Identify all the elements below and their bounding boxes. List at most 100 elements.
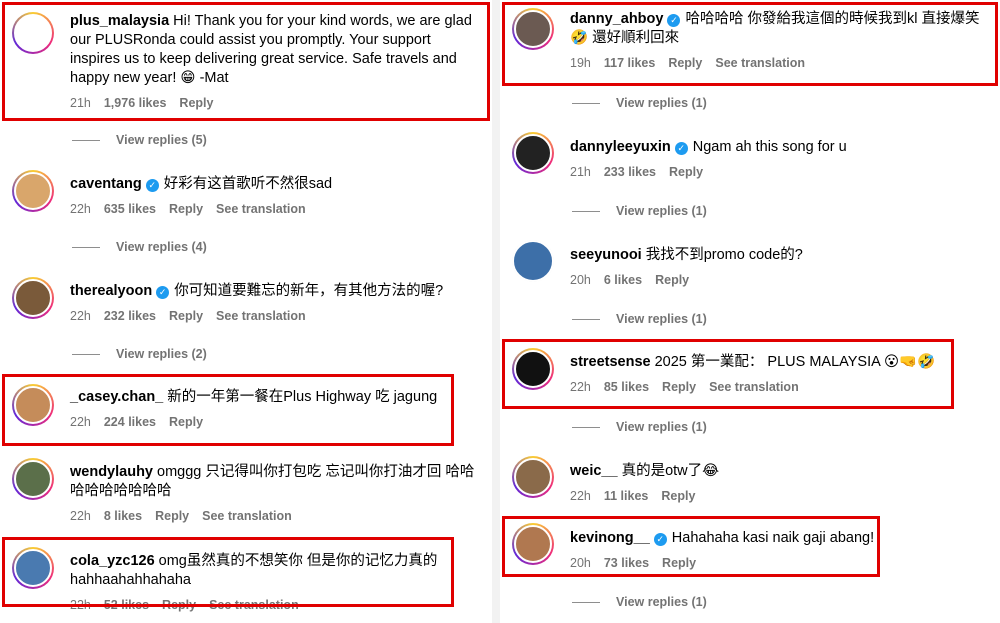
comment-text: Hahahaha kasi naik gaji abang! (671, 530, 875, 546)
likes-count[interactable]: 11 likes (604, 489, 649, 503)
reply-button[interactable]: Reply (662, 556, 696, 570)
left-comment-column: plus_malaysia Hi! Thank you for your kind… (0, 0, 492, 623)
comment-text: 好彩有这首歌听不然很sad (163, 176, 333, 192)
replies-line (572, 427, 600, 429)
reply-button[interactable]: Reply (179, 96, 213, 110)
likes-count[interactable]: 85 likes (604, 380, 649, 394)
timestamp: 22h (570, 489, 591, 503)
likes-count[interactable]: 635 likes (104, 202, 156, 216)
reply-button[interactable]: Reply (668, 56, 702, 70)
reply-button[interactable]: Reply (155, 509, 189, 523)
verified-badge-icon: ✓ (145, 179, 159, 192)
replies-line (72, 140, 100, 142)
avatar-image (14, 460, 52, 498)
comment-text: 新的一年第一餐在Plus Highway 吃 jagung (167, 389, 438, 405)
avatar-image (514, 10, 552, 48)
avatar-image (14, 14, 52, 52)
avatar-image (514, 350, 552, 388)
username[interactable]: seeyunooi (570, 247, 642, 263)
avatar-image (512, 240, 554, 282)
reply-button[interactable]: Reply (655, 273, 689, 287)
see-translation-button[interactable]: See translation (715, 56, 805, 70)
likes-count[interactable]: 6 likes (604, 273, 642, 287)
right-comment-column: danny_ahboy ✓ 哈哈哈哈 你發給我這個的時候我到kl 直接爆笑🤣 還好順… (500, 0, 1000, 623)
likes-count[interactable]: 1,976 likes (104, 96, 167, 110)
view-replies-label: View replies (1) (616, 96, 707, 110)
view-replies-button[interactable]: View replies (2) (72, 347, 207, 361)
replies-line (572, 211, 600, 213)
verified-badge-icon: ✓ (674, 142, 688, 155)
avatar[interactable] (512, 240, 554, 282)
avatar[interactable] (12, 12, 54, 54)
view-replies-button[interactable]: View replies (5) (72, 133, 207, 147)
avatar[interactable] (12, 277, 54, 319)
reply-button[interactable]: Reply (669, 165, 703, 179)
likes-count[interactable]: 52 likes (104, 598, 149, 612)
avatar-image (514, 525, 552, 563)
username[interactable]: streetsense (570, 354, 651, 370)
avatar[interactable] (12, 547, 54, 589)
view-replies-button[interactable]: View replies (1) (572, 312, 707, 326)
username[interactable]: plus_malaysia (70, 13, 169, 29)
comment-text: 真的是otw了😂 (621, 463, 720, 479)
likes-count[interactable]: 233 likes (604, 165, 656, 179)
replies-line (72, 247, 100, 249)
avatar[interactable] (512, 8, 554, 50)
reply-button[interactable]: Reply (169, 415, 203, 429)
avatar[interactable] (512, 132, 554, 174)
likes-count[interactable]: 232 likes (104, 309, 156, 323)
view-replies-label: View replies (4) (116, 240, 207, 254)
username[interactable]: wendylauhy (70, 464, 153, 480)
likes-count[interactable]: 8 likes (104, 509, 142, 523)
avatar-image (14, 549, 52, 587)
view-replies-label: View replies (1) (616, 420, 707, 434)
view-replies-button[interactable]: View replies (1) (572, 204, 707, 218)
timestamp: 22h (70, 415, 91, 429)
username[interactable]: caventang (70, 176, 142, 192)
username[interactable]: dannyleeyuxin (570, 139, 671, 155)
view-replies-button[interactable]: View replies (1) (572, 420, 707, 434)
username[interactable]: cola_yzc126 (70, 553, 155, 569)
see-translation-button[interactable]: See translation (202, 509, 292, 523)
timestamp: 22h (70, 309, 91, 323)
likes-count[interactable]: 224 likes (104, 415, 156, 429)
username[interactable]: _casey.chan_ (70, 389, 163, 405)
avatar[interactable] (12, 458, 54, 500)
likes-count[interactable]: 117 likes (604, 56, 655, 70)
replies-line (72, 354, 100, 356)
view-replies-button[interactable]: View replies (1) (572, 595, 707, 609)
timestamp: 20h (570, 556, 591, 570)
view-replies-label: View replies (5) (116, 133, 207, 147)
avatar[interactable] (512, 523, 554, 565)
username[interactable]: weic__ (570, 463, 618, 479)
reply-button[interactable]: Reply (662, 380, 696, 394)
verified-badge-icon: ✓ (653, 533, 667, 546)
replies-line (572, 602, 600, 604)
username[interactable]: therealyoon (70, 283, 152, 299)
timestamp: 21h (570, 165, 591, 179)
timestamp: 22h (70, 202, 91, 216)
comment-text: Ngam ah this song for u (692, 139, 847, 155)
avatar[interactable] (12, 170, 54, 212)
likes-count[interactable]: 73 likes (604, 556, 649, 570)
avatar[interactable] (512, 456, 554, 498)
username[interactable]: kevinong__ (570, 530, 650, 546)
view-replies-button[interactable]: View replies (1) (572, 96, 707, 110)
timestamp: 22h (570, 380, 591, 394)
see-translation-button[interactable]: See translation (216, 202, 306, 216)
avatar[interactable] (12, 384, 54, 426)
reply-button[interactable]: Reply (169, 202, 203, 216)
reply-button[interactable]: Reply (661, 489, 695, 503)
view-replies-label: View replies (1) (616, 312, 707, 326)
see-translation-button[interactable]: See translation (209, 598, 299, 612)
reply-button[interactable]: Reply (162, 598, 196, 612)
view-replies-button[interactable]: View replies (4) (72, 240, 207, 254)
username[interactable]: danny_ahboy (570, 11, 663, 27)
timestamp: 21h (70, 96, 91, 110)
reply-button[interactable]: Reply (169, 309, 203, 323)
see-translation-button[interactable]: See translation (709, 380, 799, 394)
timestamp: 22h (70, 509, 91, 523)
see-translation-button[interactable]: See translation (216, 309, 306, 323)
view-replies-label: View replies (1) (616, 595, 707, 609)
avatar[interactable] (512, 348, 554, 390)
